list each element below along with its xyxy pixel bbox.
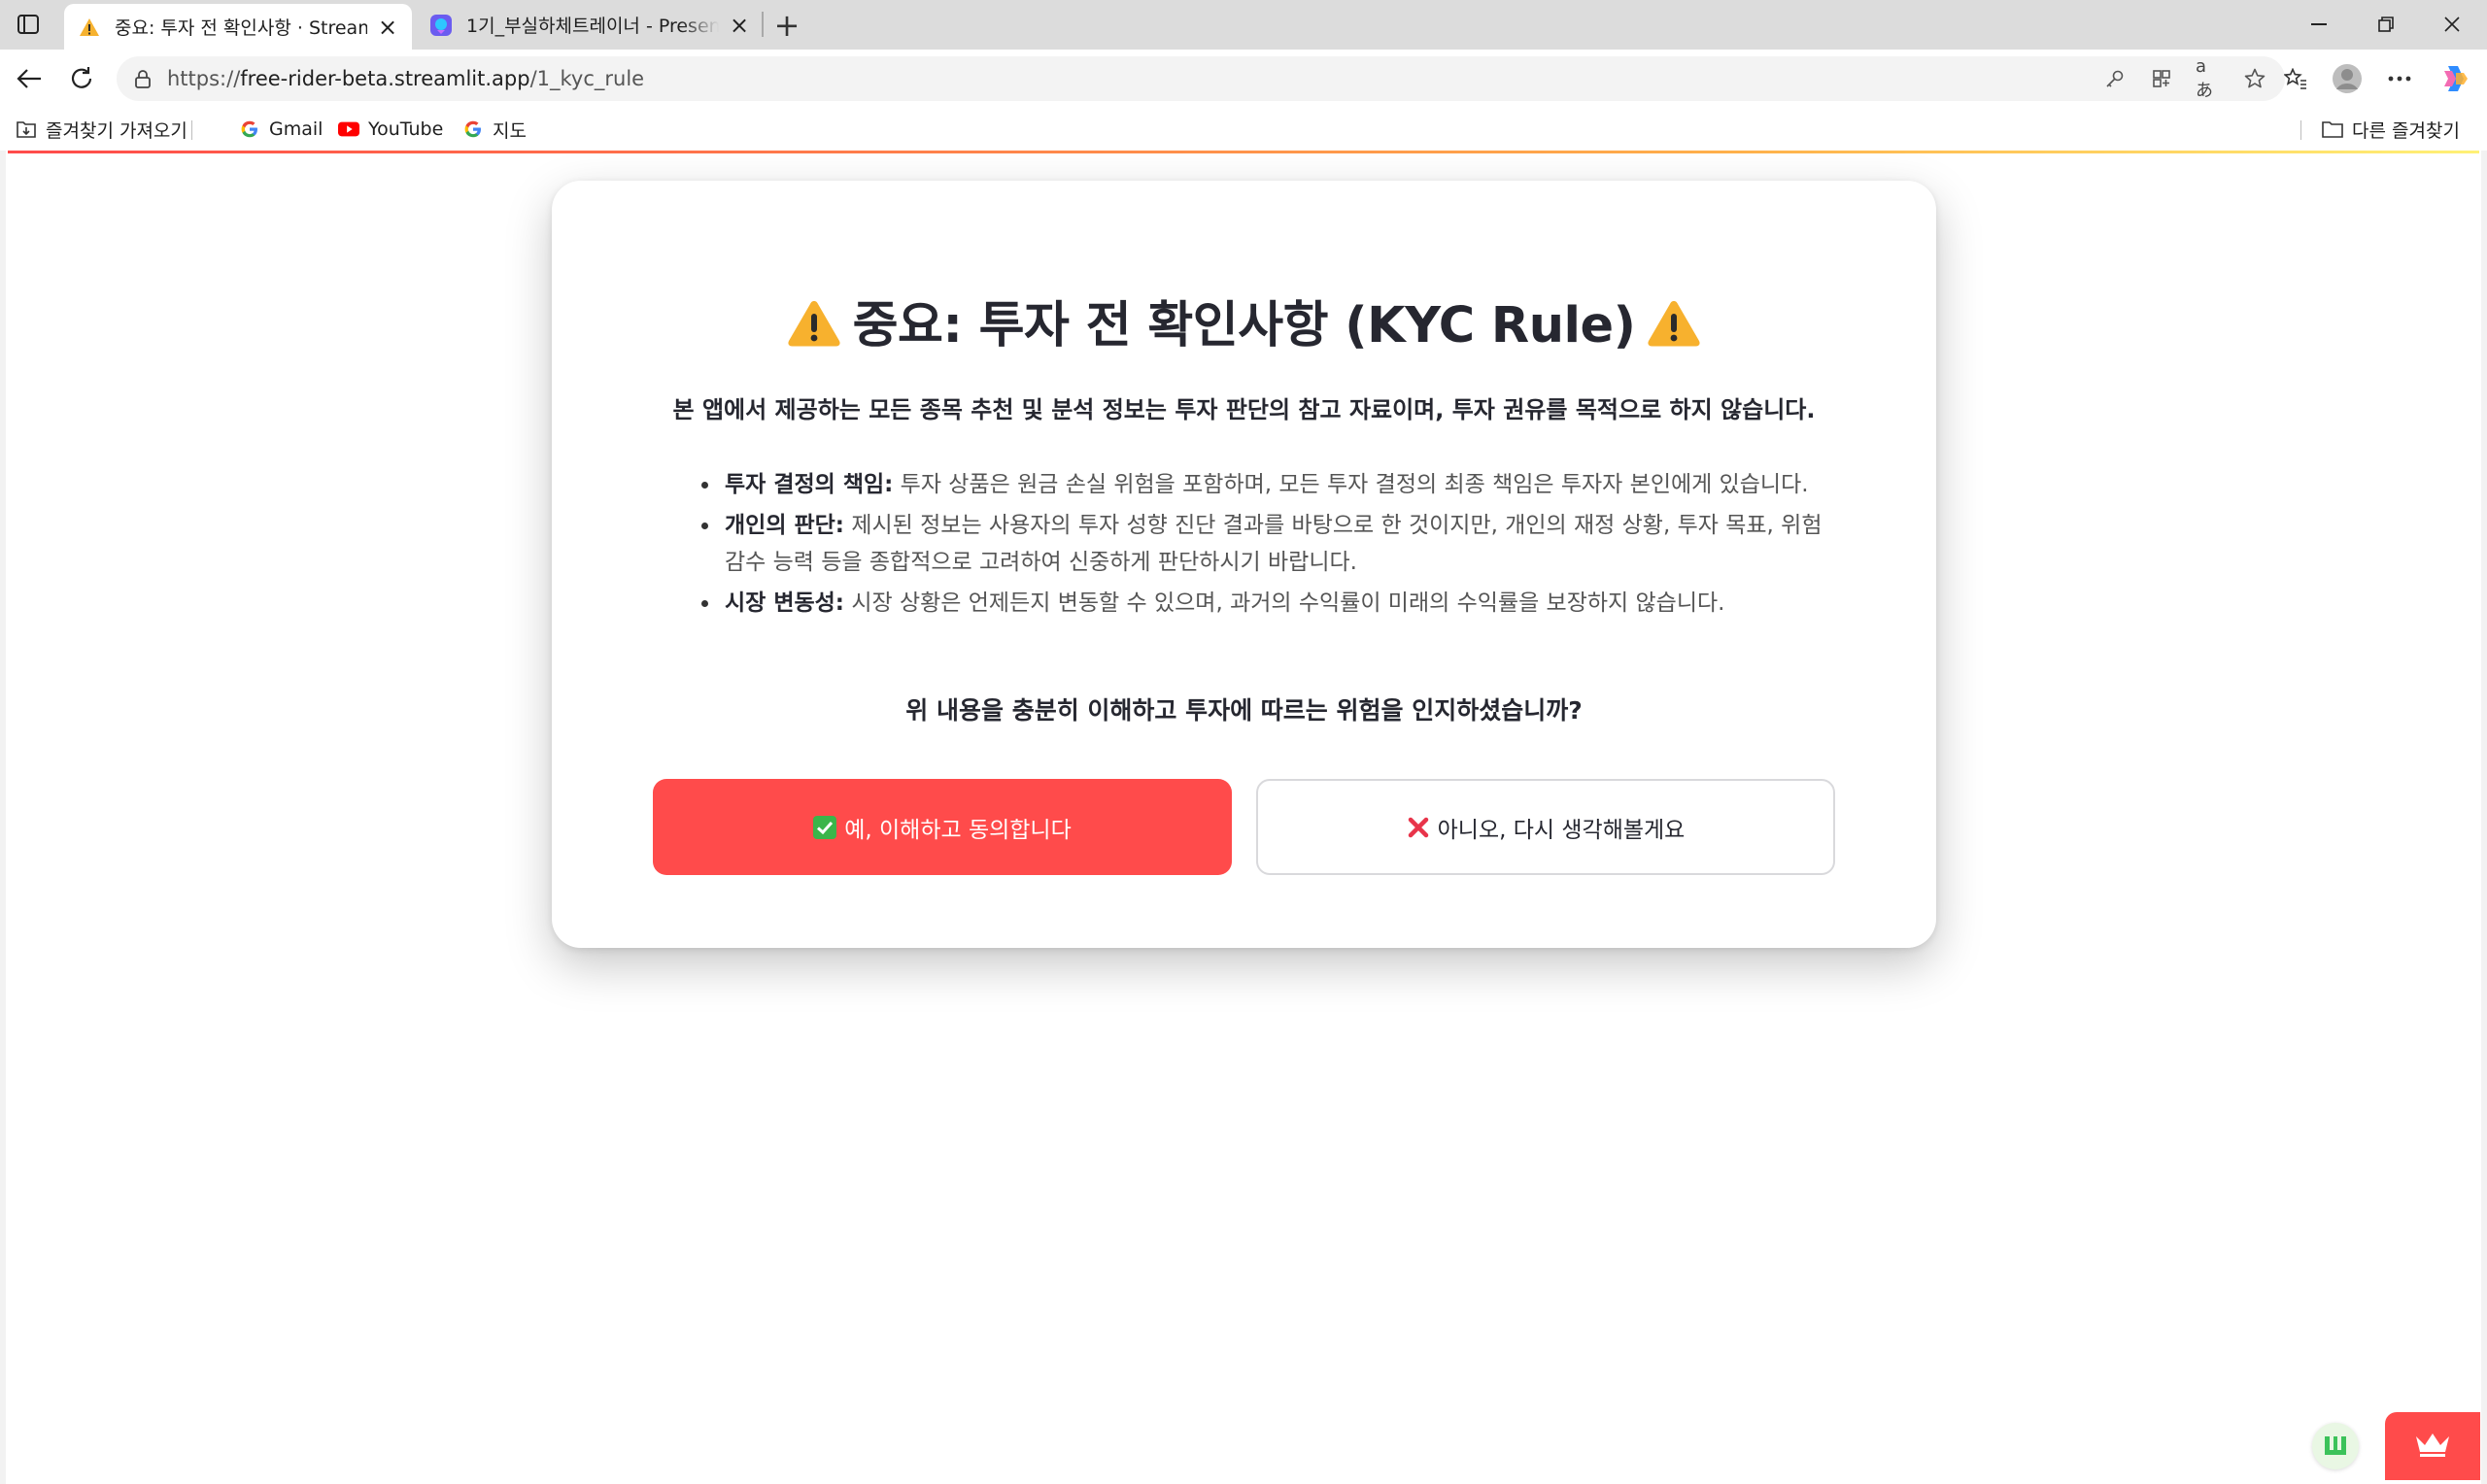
new-tab-button[interactable]: + — [771, 7, 802, 44]
bookmark-maps[interactable]: 지도 — [462, 114, 527, 145]
profile-avatar[interactable] — [2328, 59, 2367, 98]
close-tab-icon[interactable]: × — [729, 12, 750, 39]
kyc-lead: 본 앱에서 제공하는 모든 종목 추천 및 분석 정보는 투자 판단의 참고 자… — [672, 396, 1816, 423]
url-path: /1_kyc_rule — [529, 67, 645, 90]
decline-button-label: 아니오, 다시 생각해볼게요 — [1437, 817, 1686, 843]
window-frame — [0, 151, 6, 1484]
google-icon — [239, 118, 260, 140]
refresh-button[interactable] — [64, 61, 99, 96]
browser-tab-strip: 중요: 투자 전 확인사항 · Streamlit × 1기_부실하체트레이너 … — [0, 0, 2487, 50]
warning-icon — [787, 299, 841, 363]
youtube-icon — [338, 118, 359, 140]
agree-button-label: 예, 이해하고 동의합니다 — [844, 817, 1072, 843]
point-text: 투자 상품은 원금 손실 위험을 포함하며, 모든 투자 결정의 최종 책임은 … — [893, 472, 1809, 497]
bookmark-gmail[interactable]: Gmail — [239, 114, 323, 145]
bookmark-label: Gmail — [269, 118, 324, 140]
tab-actions-icon[interactable] — [14, 12, 43, 37]
list-item: 투자 결정의 책임: 투자 상품은 원금 손실 위험을 포함하며, 모든 투자 … — [696, 466, 1842, 503]
bookmark-separator — [2300, 120, 2301, 140]
app-available-icon[interactable] — [2149, 66, 2174, 91]
copilot-icon — [429, 14, 453, 37]
crown-icon — [2413, 1431, 2452, 1462]
bookmark-label: 지도 — [493, 119, 527, 142]
cross-mark-icon — [1407, 816, 1430, 839]
bookmark-label: 즐겨찾기 가져오기 — [46, 119, 187, 142]
tab-streamlit-kyc[interactable]: 중요: 투자 전 확인사항 · Streamlit × — [64, 4, 412, 50]
bookmark-import-favorites[interactable]: 즐겨찾기 가져오기 — [16, 114, 187, 145]
streamlit-manage-app-button[interactable] — [2385, 1412, 2480, 1480]
url-host: free-rider-beta.streamlit.app — [240, 67, 530, 90]
tab-separator — [762, 12, 764, 37]
streamlit-decoration-bar — [8, 151, 2479, 153]
folder-icon — [2322, 118, 2343, 140]
window-frame — [2481, 151, 2487, 1484]
bookmark-label: YouTube — [368, 118, 444, 140]
favorites-icon[interactable] — [2276, 59, 2315, 98]
site-info-icon[interactable] — [132, 68, 153, 89]
import-favorites-icon — [16, 118, 37, 140]
password-key-icon[interactable] — [2102, 66, 2128, 91]
address-bar[interactable]: https://free-rider-beta.streamlit.app/1_… — [117, 56, 2285, 101]
kyc-dialog: 중요: 투자 전 확인사항 (KYC Rule) 본 앱에서 제공하는 모든 종… — [552, 181, 1936, 948]
decline-button[interactable]: 아니오, 다시 생각해볼게요 — [1256, 779, 1835, 875]
agree-button[interactable]: 예, 이해하고 동의합니다 — [653, 779, 1232, 875]
url-scheme: https:// — [167, 67, 241, 90]
bookmarks-bar: 즐겨찾기 가져오기 Gmail YouTube 지도 다른 즐겨찾기 — [0, 108, 2487, 151]
check-mark-icon — [813, 815, 837, 839]
bookmark-other-favorites[interactable]: 다른 즐겨찾기 — [2322, 114, 2460, 145]
url-text: https://free-rider-beta.streamlit.app/1_… — [167, 67, 644, 90]
extension-badge-icon[interactable] — [2312, 1423, 2359, 1469]
kyc-title-text: 중요: 투자 전 확인사항 (KYC Rule) — [852, 297, 1636, 354]
close-window-button[interactable] — [2423, 8, 2481, 41]
list-item: 개인의 판단: 제시된 정보는 사용자의 투자 성향 진단 결과를 바탕으로 한… — [696, 507, 1842, 581]
point-label: 투자 결정의 책임: — [725, 472, 894, 497]
tab-title: 1기_부실하체트레이너 - Presentation — [466, 16, 719, 37]
point-text: 제시된 정보는 사용자의 투자 성향 진단 결과를 바탕으로 한 것이지만, 개… — [725, 513, 1823, 575]
restore-button[interactable] — [2357, 8, 2415, 41]
warning-icon — [1647, 299, 1701, 363]
kyc-question: 위 내용을 충분히 이해하고 투자에 따르는 위험을 인지하셨습니까? — [905, 696, 1583, 725]
copilot-icon[interactable] — [2435, 59, 2473, 98]
list-item: 시장 변동성: 시장 상황은 언제든지 변동할 수 있으며, 과거의 수익률이 … — [696, 585, 1842, 622]
warning-icon — [78, 16, 101, 39]
bookmark-youtube[interactable]: YouTube — [338, 114, 443, 145]
google-icon — [462, 118, 484, 140]
point-label: 시장 변동성: — [725, 590, 845, 616]
kyc-points-list: 투자 결정의 책임: 투자 상품은 원금 손실 위험을 포함하며, 모든 투자 … — [696, 466, 1842, 625]
kyc-title: 중요: 투자 전 확인사항 (KYC Rule) — [552, 295, 1936, 363]
close-tab-icon[interactable]: × — [377, 14, 398, 41]
bookmark-separator — [191, 120, 192, 140]
tab-presentation[interactable]: 1기_부실하체트레이너 - Presentation × — [416, 2, 764, 48]
more-options-icon[interactable] — [2380, 59, 2419, 98]
bookmark-label: 다른 즐겨찾기 — [2352, 119, 2460, 142]
tab-title: 중요: 투자 전 확인사항 · Streamlit — [115, 17, 367, 39]
read-aloud-icon[interactable]: aあ — [2196, 56, 2221, 101]
favorite-star-icon[interactable] — [2242, 66, 2267, 91]
browser-toolbar: https://free-rider-beta.streamlit.app/1_… — [0, 50, 2487, 108]
point-label: 개인의 판단: — [725, 513, 845, 538]
minimize-button[interactable] — [2290, 8, 2348, 41]
point-text: 시장 상황은 언제든지 변동할 수 있으며, 과거의 수익률이 미래의 수익률을… — [844, 590, 1725, 616]
back-button[interactable] — [12, 61, 47, 96]
